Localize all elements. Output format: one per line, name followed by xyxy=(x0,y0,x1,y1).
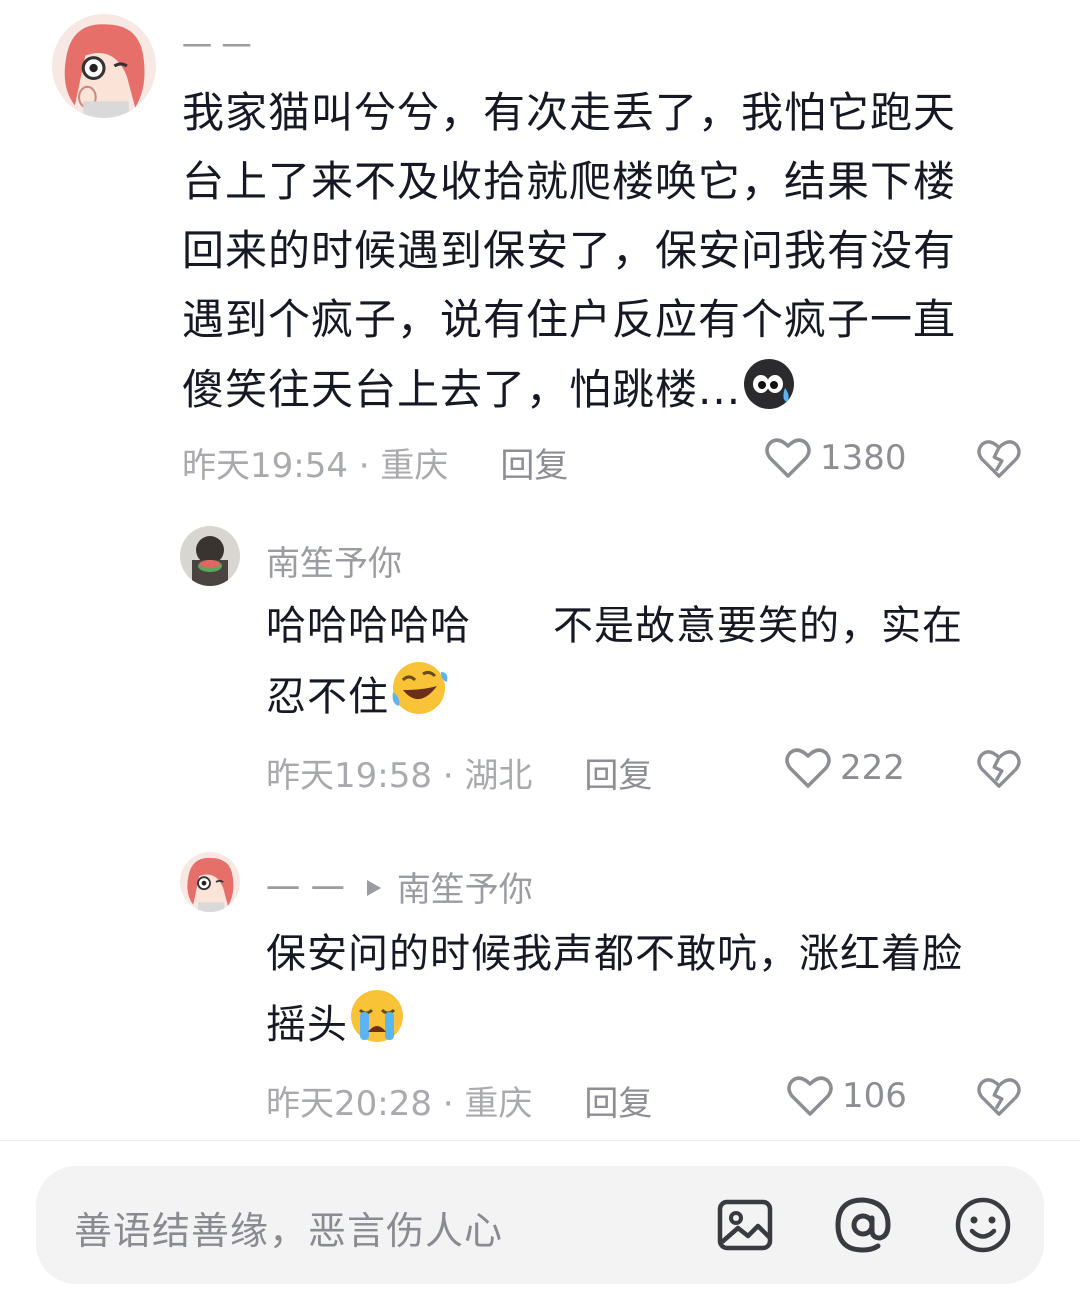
reply-to-username[interactable]: 南笙予你 xyxy=(397,862,533,911)
time-location: 昨天19:54 · 重庆 xyxy=(182,446,449,486)
dislike-button[interactable] xyxy=(976,748,1022,794)
like-count: 1380 xyxy=(820,438,907,478)
divider xyxy=(0,1140,1080,1141)
like-count: 106 xyxy=(842,1076,907,1116)
broken-heart-icon xyxy=(976,750,1022,794)
sweat-face-icon xyxy=(741,354,797,430)
comment-line: 遇到个疯子，说有住户反应有个疯子一直 xyxy=(182,295,957,344)
reply-button[interactable]: 回复 xyxy=(584,1076,652,1125)
comment-input-bar[interactable]: 善语结善缘，恶言伤人心 xyxy=(36,1166,1044,1284)
dislike-button[interactable] xyxy=(976,438,1022,484)
like-button[interactable]: 1380 xyxy=(764,436,907,480)
comment-meta: 昨天20:28 · 重庆 回复 xyxy=(266,1076,652,1125)
avatar[interactable] xyxy=(180,526,240,586)
avatar[interactable] xyxy=(180,852,240,912)
heart-icon xyxy=(786,1074,834,1118)
reply-header: 一 一 南笙予你 xyxy=(266,862,533,911)
comment-line: 保安问的时候我声都不敢吭，涨红着脸 xyxy=(266,931,963,977)
time-location: 昨天19:58 · 湖北 xyxy=(266,756,533,796)
comment-text: 哈哈哈哈哈 不是故意要笑的，实在 忍不住 xyxy=(266,592,1046,737)
comment-line: 摇头 xyxy=(266,988,1056,1065)
heart-icon xyxy=(784,746,832,790)
avatar[interactable] xyxy=(52,14,156,118)
comment-text: 保安问的时候我声都不敢吭，涨红着脸 摇头 xyxy=(266,920,1056,1065)
like-button[interactable]: 222 xyxy=(784,746,905,790)
dislike-button[interactable] xyxy=(976,1076,1022,1122)
username[interactable]: 一 一 xyxy=(266,862,345,911)
at-icon[interactable] xyxy=(832,1194,894,1256)
username[interactable]: 南笙予你 xyxy=(266,536,402,585)
comment-line: 忍不住 xyxy=(266,660,1046,737)
comment-line: 傻笑往天台上去了，怕跳楼... xyxy=(182,354,1042,430)
broken-heart-icon xyxy=(976,1078,1022,1122)
reply-button[interactable]: 回复 xyxy=(584,748,652,797)
comment-line: 回来的时候遇到保安了，保安问我有没有 xyxy=(182,226,957,275)
comment-line: 台上了来不及收拾就爬楼唤它，结果下楼 xyxy=(182,157,957,206)
comment-meta: 昨天19:58 · 湖北 回复 xyxy=(266,748,652,797)
image-icon[interactable] xyxy=(714,1194,776,1256)
broken-heart-icon xyxy=(976,440,1022,484)
emoji-icon[interactable] xyxy=(952,1194,1014,1256)
comment-line: 哈哈哈哈哈 不是故意要笑的，实在 xyxy=(266,603,963,649)
like-button[interactable]: 106 xyxy=(786,1074,907,1118)
rofl-face-icon xyxy=(389,660,449,737)
username[interactable]: 一 一 xyxy=(182,22,252,66)
like-count: 222 xyxy=(840,748,905,788)
time-location: 昨天20:28 · 重庆 xyxy=(266,1084,533,1124)
comment-line: 我家猫叫兮兮，有次走丢了，我怕它跑天 xyxy=(182,88,957,137)
comment-text: 我家猫叫兮兮，有次走丢了，我怕它跑天 台上了来不及收拾就爬楼唤它，结果下楼 回来… xyxy=(182,78,1042,430)
comment-meta: 昨天19:54 · 重庆 回复 xyxy=(182,438,568,487)
crying-face-icon xyxy=(348,988,406,1065)
reply-arrow-icon xyxy=(365,867,383,907)
comment-input[interactable]: 善语结善缘，恶言伤人心 xyxy=(74,1200,503,1255)
reply-button[interactable]: 回复 xyxy=(500,438,568,487)
heart-icon xyxy=(764,436,812,480)
